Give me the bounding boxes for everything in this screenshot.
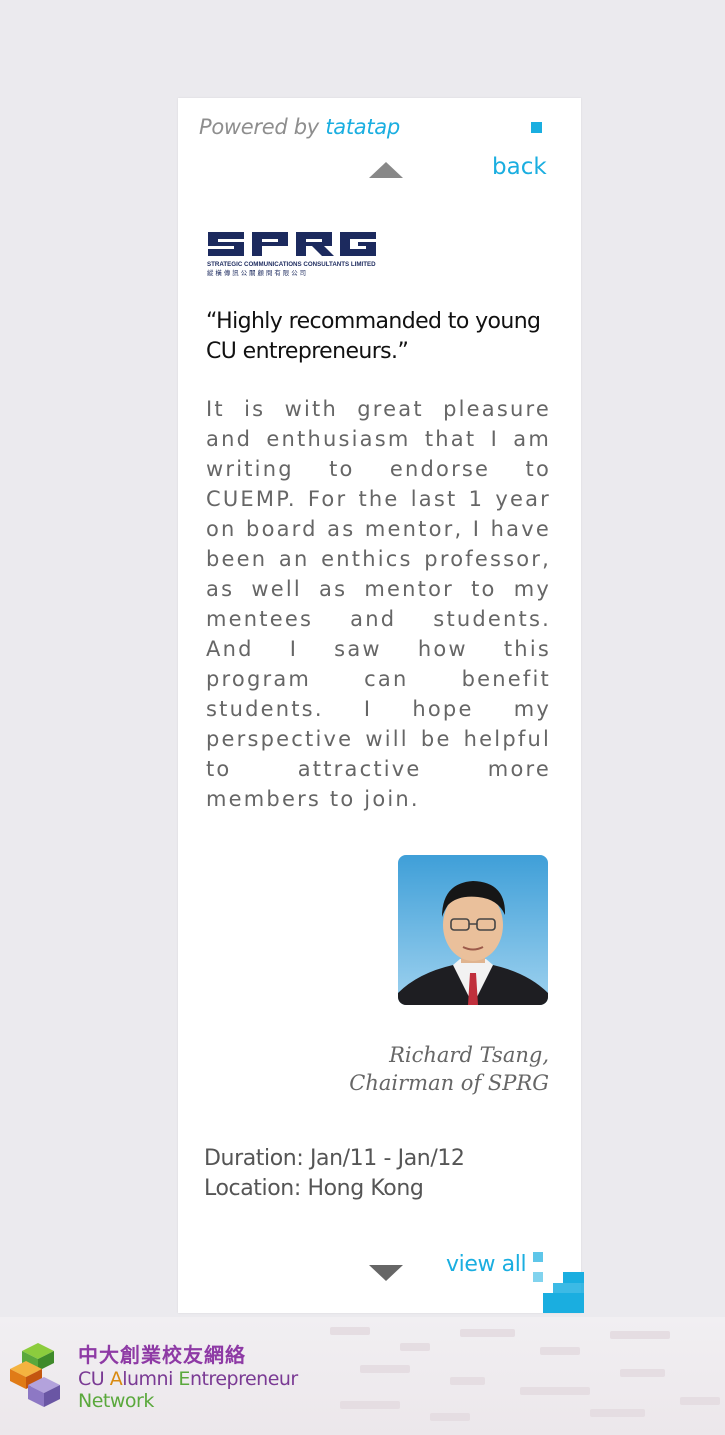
sprg-company-logo: STRATEGIC COMMUNICATIONS CONSULTANTS LIM…	[207, 232, 376, 277]
cu-alumni-logo-icon	[10, 1343, 60, 1407]
accent-square-icon	[531, 122, 542, 133]
program-meta: Duration: Jan/11 - Jan/12 Location: Hong…	[204, 1144, 465, 1204]
powered-by-prefix: Powered by	[199, 115, 326, 139]
footer-banner: 中大創業校友網絡 CU Alumni Entrepreneur Network	[0, 1317, 725, 1435]
scroll-up-arrow-icon[interactable]	[369, 162, 403, 178]
svg-text:STRATEGIC COMMUNICATIONS CONSU: STRATEGIC COMMUNICATIONS CONSULTANTS LIM…	[207, 261, 376, 268]
author-signature: Richard Tsang, Chairman of SPRG	[349, 1041, 549, 1097]
powered-by-label: Powered by tatatap	[199, 115, 400, 139]
org-name-chinese: 中大創業校友網絡	[78, 1343, 246, 1367]
view-all-link[interactable]: view all	[446, 1252, 527, 1277]
testimonial-body: It is with great pleasure and enthusiasm…	[206, 397, 551, 811]
location-text: Location: Hong Kong	[204, 1176, 424, 1201]
back-link[interactable]: back	[492, 154, 547, 180]
org-name-english-line2: Network	[78, 1390, 154, 1412]
author-title: Chairman of SPRG	[349, 1071, 549, 1095]
org-name-english-line1: CU Alumni Entrepreneur	[78, 1368, 298, 1390]
author-name: Richard Tsang,	[389, 1043, 549, 1067]
testimonial-card: Powered by tatatap back STRATEGIC COMMUN…	[178, 98, 581, 1313]
scroll-down-arrow-icon[interactable]	[369, 1265, 403, 1281]
testimonial-quote: “Highly recommanded to young CU entrepre…	[206, 309, 541, 364]
duration-text: Duration: Jan/11 - Jan/12	[204, 1146, 465, 1171]
tatatap-brand-link[interactable]: tatatap	[325, 115, 400, 139]
svg-text:縱 橫 傳 訊 公 關 顧 問 有 限 公 司: 縱 橫 傳 訊 公 關 顧 問 有 限 公 司	[207, 268, 306, 277]
author-photo	[398, 855, 548, 1005]
